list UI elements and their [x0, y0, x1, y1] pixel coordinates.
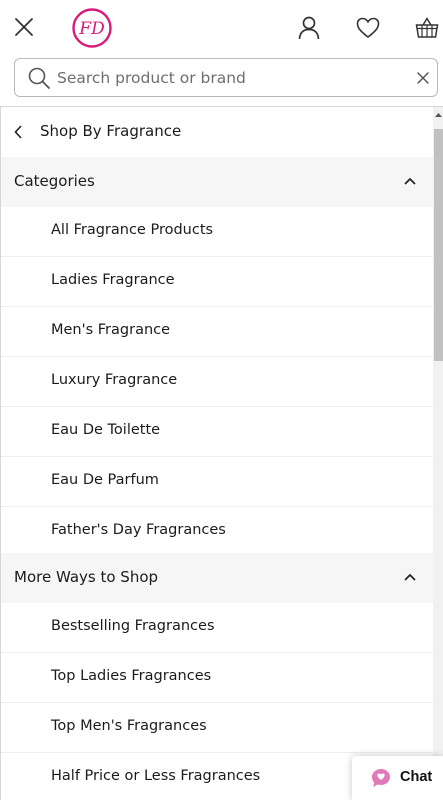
chat-button[interactable]: Chat — [352, 756, 443, 800]
chevron-left-icon — [14, 125, 22, 139]
scroll-up-arrow-icon[interactable] — [433, 109, 443, 121]
back-label: Shop By Fragrance — [40, 122, 182, 140]
menu-item-label: Top Men's Fragrances — [51, 718, 207, 734]
chevron-up-icon — [404, 177, 416, 185]
menu-item-label: Luxury Fragrance — [51, 372, 178, 388]
header-bar: FD — [0, 0, 443, 56]
user-icon — [298, 16, 320, 40]
menu-item-label: Men's Fragrance — [51, 322, 171, 338]
section-title: Categories — [14, 172, 95, 190]
menu-item-label: Father's Day Fragrances — [51, 522, 226, 538]
search-icon — [28, 67, 50, 89]
chevron-up-icon — [404, 573, 416, 581]
close-menu-button[interactable] — [8, 10, 40, 44]
menu-item-eau-de-parfum[interactable]: Eau De Parfum — [1, 457, 433, 507]
navigation-menu: Shop By Fragrance Categories All Fragran… — [0, 106, 443, 800]
menu-item-label: All Fragrance Products — [51, 222, 214, 238]
menu-item-top-mens-fragrances[interactable]: Top Men's Fragrances — [1, 703, 433, 753]
menu-item-fathers-day-fragrances[interactable]: Father's Day Fragrances — [1, 507, 433, 557]
menu-item-ladies-fragrance[interactable]: Ladies Fragrance — [1, 257, 433, 307]
clear-icon[interactable] — [413, 68, 433, 88]
back-to-shop-by-fragrance[interactable]: Shop By Fragrance — [1, 107, 433, 157]
logo-text: FD — [78, 19, 105, 39]
section-more-ways-to-shop-header[interactable]: More Ways to Shop — [1, 553, 433, 603]
menu-item-label: Top Ladies Fragrances — [51, 668, 212, 684]
section-title: More Ways to Shop — [14, 568, 159, 586]
scrollbar-thumb[interactable] — [434, 129, 443, 361]
menu-item-label: Bestselling Fragrances — [51, 618, 215, 634]
close-icon — [15, 18, 33, 36]
wishlist-button[interactable] — [353, 12, 383, 44]
logo-icon: FD — [72, 8, 112, 48]
search-input[interactable] — [57, 63, 407, 92]
basket-icon — [415, 17, 439, 38]
menu-item-label: Ladies Fragrance — [51, 272, 175, 288]
brand-logo[interactable]: FD — [72, 8, 112, 48]
menu-item-label: Half Price or Less Fragrances — [51, 768, 261, 784]
menu-item-luxury-fragrance[interactable]: Luxury Fragrance — [1, 357, 433, 407]
menu-scrollbar[interactable] — [433, 107, 443, 800]
section-categories-header[interactable]: Categories — [1, 157, 433, 207]
chat-bubble-icon — [372, 769, 390, 787]
menu-item-label: Eau De Toilette — [51, 422, 161, 438]
menu-item-all-fragrance-products[interactable]: All Fragrance Products — [1, 207, 433, 257]
heart-icon — [356, 17, 380, 39]
menu-item-eau-de-toilette[interactable]: Eau De Toilette — [1, 407, 433, 457]
menu-item-bestselling-fragrances[interactable]: Bestselling Fragrances — [1, 603, 433, 653]
account-button[interactable] — [294, 12, 324, 44]
menu-item-mens-fragrance[interactable]: Men's Fragrance — [1, 307, 433, 357]
menu-item-label: Eau De Parfum — [51, 472, 159, 488]
menu-item-top-ladies-fragrances[interactable]: Top Ladies Fragrances — [1, 653, 433, 703]
basket-button[interactable] — [412, 12, 442, 44]
chat-label: Chat — [400, 769, 433, 785]
search-bar — [14, 58, 438, 97]
